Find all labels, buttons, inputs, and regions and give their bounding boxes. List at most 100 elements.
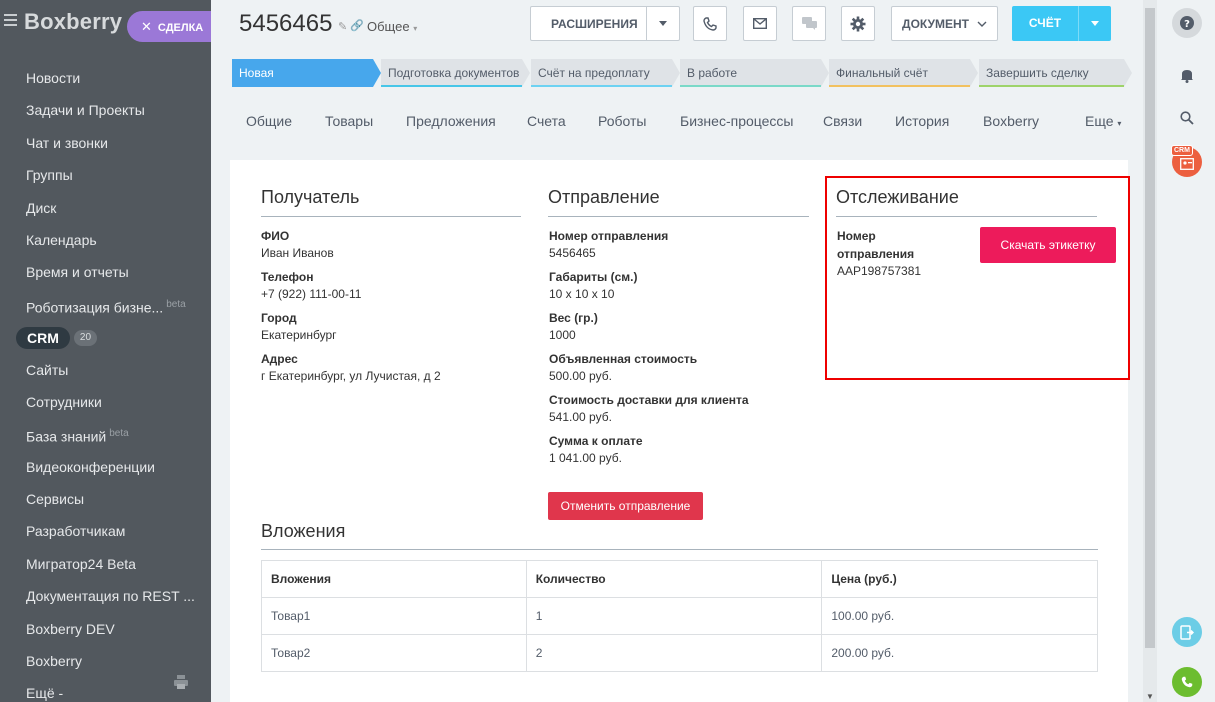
stage[interactable]: Подготовка документов xyxy=(381,59,530,87)
tab[interactable]: Бизнес-процессы xyxy=(680,106,793,136)
sidebar-item-label: Роботизация бизне... xyxy=(26,299,164,316)
phone-button[interactable] xyxy=(693,6,727,41)
settings-button[interactable] xyxy=(841,6,875,41)
tab-label: Бизнес-процессы xyxy=(680,113,794,129)
tab-label: Общие xyxy=(246,113,293,129)
sidebar-item[interactable]: База знаний beta xyxy=(0,418,211,450)
sidebar-item[interactable]: Сотрудники xyxy=(0,386,211,418)
table-header: Цена (руб.) xyxy=(821,560,1098,598)
chevron-down-icon[interactable] xyxy=(646,7,679,40)
field-value: Иван Иванов xyxy=(261,246,334,260)
stage-color-bar xyxy=(979,85,1124,87)
chat-button[interactable] xyxy=(792,6,826,41)
boxberry-card: Получатель ФИО Иван Иванов Телефон +7 (922)… xyxy=(230,160,1128,702)
shipment-title: Отправление xyxy=(548,187,660,207)
search-icon xyxy=(1180,111,1194,125)
page-scrollbar[interactable]: ▼ xyxy=(1143,0,1157,702)
sidebar-item[interactable]: CRM 20 xyxy=(0,321,211,353)
brand-logo[interactable]: Boxberry xyxy=(24,9,122,35)
sidebar-item[interactable]: Boxberry DEV xyxy=(0,613,211,645)
crm-widget-button[interactable]: CRM xyxy=(1171,145,1202,177)
sidebar-item[interactable]: Группы xyxy=(0,159,211,191)
sidebar-item-label: Разработчикам xyxy=(26,523,126,540)
tab[interactable]: Роботы xyxy=(598,106,646,136)
menu-icon[interactable] xyxy=(4,14,17,28)
sidebar-item[interactable]: Роботизация бизне... beta xyxy=(0,289,211,321)
sidebar-item[interactable]: Время и отчеты xyxy=(0,256,211,288)
mail-button[interactable] xyxy=(743,6,777,41)
sidebar-item-label: Время и отчеты xyxy=(26,264,129,281)
deal-button[interactable]: ✕ СДЕЛКА xyxy=(127,11,211,42)
bell-icon xyxy=(1181,69,1193,83)
search-button[interactable] xyxy=(1172,103,1202,133)
sidebar-item[interactable]: Видеоконференции xyxy=(0,451,211,483)
stage-label: Подготовка документов xyxy=(388,66,520,80)
crm-badge: CRM xyxy=(1171,145,1193,156)
link-icon[interactable]: 🔗 xyxy=(350,19,364,32)
help-button[interactable]: ? xyxy=(1172,8,1202,38)
invoice-button[interactable]: СЧЁТ xyxy=(1012,6,1111,41)
stage[interactable]: Новая xyxy=(232,59,381,87)
close-icon: ✕ xyxy=(141,19,152,34)
tab[interactable]: Общие xyxy=(246,106,292,136)
print-icon[interactable] xyxy=(174,675,188,689)
sidebar-item[interactable]: Чат и звонки xyxy=(0,127,211,159)
sidebar-header: Boxberry ✕ СДЕЛКА xyxy=(0,0,211,48)
stage[interactable]: Финальный счёт xyxy=(829,59,978,87)
chat-icon xyxy=(801,17,817,30)
sidebar-item-label: Диск xyxy=(26,199,57,216)
sidebar-item[interactable]: Новости xyxy=(0,62,211,94)
field-value: 5456465 xyxy=(549,246,596,260)
stage[interactable]: Счёт на предоплату xyxy=(531,59,680,87)
field-value: 1 041.00 руб. xyxy=(549,451,622,465)
contact-card-icon xyxy=(1180,158,1194,170)
document-button[interactable]: ДОКУМЕНТ xyxy=(891,6,998,41)
stage-label: Завершить сделку xyxy=(986,66,1089,80)
tab[interactable]: Товары xyxy=(325,106,373,136)
pencil-icon[interactable]: ✎ xyxy=(338,20,347,33)
stage-arrow xyxy=(522,59,530,87)
svg-text:?: ? xyxy=(1184,19,1190,30)
right-rail: ? CRM xyxy=(1158,0,1215,702)
crm-count-badge: 20 xyxy=(73,330,98,347)
tab-label: Еще xyxy=(1085,113,1114,129)
sidebar-item-label: Видеоконференции xyxy=(26,458,155,475)
extensions-button[interactable]: РАСШИРЕНИЯ xyxy=(530,6,680,41)
scroll-thumb[interactable] xyxy=(1145,8,1155,648)
sidebar-item-label: Boxberry xyxy=(26,653,83,670)
table-cell: 100.00 руб. xyxy=(821,597,1098,635)
stage[interactable]: В работе xyxy=(680,59,829,87)
cancel-shipment-button[interactable]: Отменить отправление xyxy=(548,492,703,520)
call-button[interactable] xyxy=(1172,667,1202,697)
tab[interactable]: Связи xyxy=(823,106,862,136)
sidebar-item[interactable]: Диск xyxy=(0,192,211,224)
tab[interactable]: Предложения xyxy=(406,106,496,136)
field-value: 500.00 руб. xyxy=(549,369,612,383)
pipeline-stages: Новая Подготовка документов Счёт на предоп… xyxy=(232,59,1132,87)
phone-icon xyxy=(703,16,717,31)
category-label: Общее xyxy=(367,19,410,34)
sidebar-item[interactable]: Задачи и Проекты xyxy=(0,94,211,126)
download-label-button[interactable]: Скачать этикетку xyxy=(980,227,1116,263)
sidebar-item[interactable]: Сервисы xyxy=(0,483,211,515)
category-selector[interactable]: Общее ▾ xyxy=(367,19,417,34)
tab[interactable]: Счета xyxy=(527,106,566,136)
tab[interactable]: Еще ▾ xyxy=(1085,106,1121,139)
notifications-button[interactable] xyxy=(1172,60,1202,90)
tab[interactable]: История xyxy=(895,106,949,136)
chevron-down-icon[interactable] xyxy=(1078,6,1111,41)
sidebar-item[interactable]: Сайты xyxy=(0,354,211,386)
open-lines-button[interactable] xyxy=(1172,617,1202,647)
sidebar-item-label: Мигратор24 Beta xyxy=(26,555,136,572)
sidebar-item[interactable]: Календарь xyxy=(0,224,211,256)
sidebar-item-label: Сотрудники xyxy=(26,393,102,410)
sidebar-item[interactable]: Мигратор24 Beta xyxy=(0,548,211,580)
extensions-label: РАСШИРЕНИЯ xyxy=(551,16,638,31)
scroll-down-icon[interactable]: ▼ xyxy=(1146,692,1154,701)
stage[interactable]: Завершить сделку xyxy=(979,59,1132,87)
sidebar-item[interactable]: Разработчикам xyxy=(0,515,211,547)
sidebar-item-label: Ещё - xyxy=(26,685,64,702)
tab[interactable]: Boxberry xyxy=(983,106,1039,136)
sidebar-item[interactable]: Документация по REST ... xyxy=(0,580,211,612)
sidebar-item[interactable]: Boxberry xyxy=(0,645,211,677)
